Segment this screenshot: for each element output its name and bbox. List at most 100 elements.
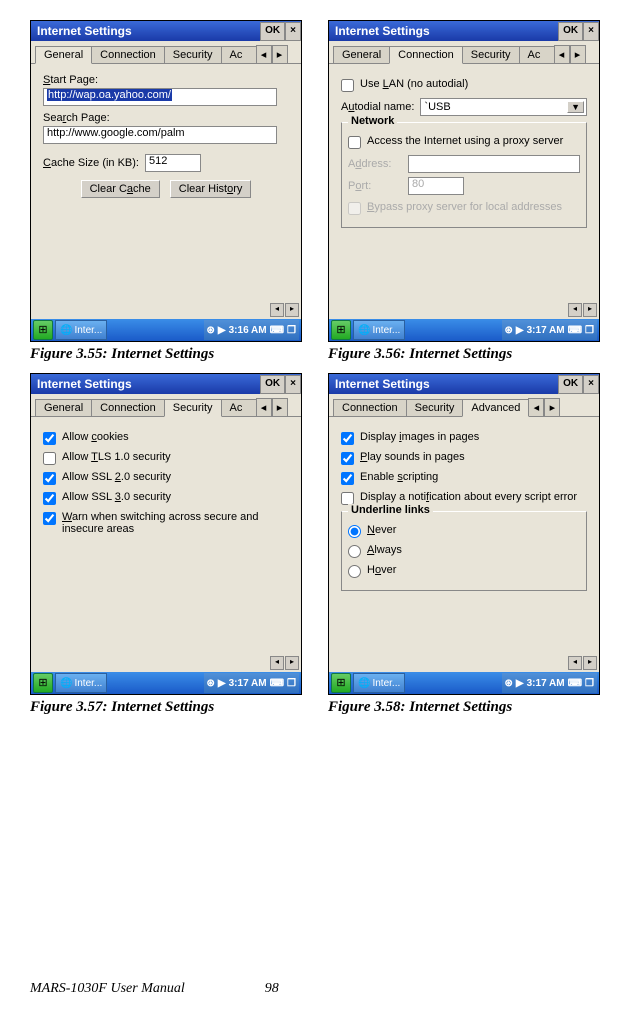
- tray-clock: 3:17 AM: [527, 325, 565, 336]
- tab-general[interactable]: General: [35, 399, 92, 416]
- clear-cache-button[interactable]: Clear Cache: [81, 180, 160, 198]
- scroll-left-icon[interactable]: ◂: [270, 656, 284, 670]
- tray-desktop-icon[interactable]: ❐: [585, 678, 594, 689]
- allow-ssl2-checkbox[interactable]: [43, 472, 56, 485]
- search-page-input[interactable]: http://www.google.com/palm: [43, 126, 277, 144]
- close-button[interactable]: ×: [285, 375, 301, 394]
- tab-advanced-frag[interactable]: Ac: [519, 46, 555, 63]
- display-images-checkbox[interactable]: [341, 432, 354, 445]
- dropdown-arrow-icon: ▼: [567, 101, 584, 113]
- tab-scroll-right[interactable]: ▸: [272, 45, 288, 63]
- tab-scroll-left[interactable]: ◂: [256, 45, 272, 63]
- start-page-input[interactable]: http://wap.oa.yahoo.com/: [43, 88, 277, 106]
- tab-scroll-right[interactable]: ▸: [272, 398, 288, 416]
- tab-security[interactable]: Security: [406, 399, 464, 416]
- tab-scroll-right[interactable]: ▸: [570, 45, 586, 63]
- tab-strip: General Connection Security Ac ◂ ▸: [31, 394, 301, 417]
- tab-advanced-frag[interactable]: Ac: [221, 46, 257, 63]
- task-button-internet[interactable]: 🌐Inter...: [55, 320, 107, 340]
- proxy-address-input[interactable]: [408, 155, 580, 173]
- underline-never-radio[interactable]: [348, 525, 361, 538]
- tab-connection[interactable]: Connection: [333, 399, 407, 416]
- scroll-right-icon[interactable]: ▸: [285, 303, 299, 317]
- scroll-left-icon[interactable]: ◂: [270, 303, 284, 317]
- underline-hover-label: Hover: [367, 564, 396, 576]
- use-proxy-checkbox[interactable]: [348, 136, 361, 149]
- tab-general[interactable]: General: [333, 46, 390, 63]
- search-page-label: Search Page:: [43, 112, 289, 124]
- tab-scroll-left[interactable]: ◂: [554, 45, 570, 63]
- close-button[interactable]: ×: [285, 22, 301, 41]
- tray-arrow-icon[interactable]: ▶: [516, 325, 524, 336]
- start-button[interactable]: ⊞: [331, 320, 351, 340]
- tab-scroll-left[interactable]: ◂: [528, 398, 544, 416]
- use-lan-checkbox[interactable]: [341, 79, 354, 92]
- tab-connection[interactable]: Connection: [389, 46, 463, 64]
- tray-network-icon[interactable]: ⊛: [207, 678, 215, 689]
- tray-network-icon[interactable]: ⊛: [207, 325, 215, 336]
- tray-network-icon[interactable]: ⊛: [505, 678, 513, 689]
- warn-secure-checkbox[interactable]: [43, 512, 56, 525]
- bypass-proxy-label: Bypass proxy server for local addresses: [367, 201, 562, 213]
- tab-general[interactable]: General: [35, 46, 92, 64]
- system-tray: ⊛ ▶ 3:17 AM ⌨ ❐: [502, 320, 597, 340]
- tab-strip: General Connection Security Ac ◂ ▸: [329, 41, 599, 64]
- ok-button[interactable]: OK: [260, 22, 285, 41]
- task-button-internet[interactable]: 🌐Inter...: [353, 673, 405, 693]
- tray-arrow-icon[interactable]: ▶: [516, 678, 524, 689]
- task-button-internet[interactable]: 🌐Inter...: [353, 320, 405, 340]
- tray-input-icon[interactable]: ⌨: [568, 325, 582, 336]
- tray-clock: 3:16 AM: [229, 325, 267, 336]
- task-button-internet[interactable]: 🌐Inter...: [55, 673, 107, 693]
- tray-desktop-icon[interactable]: ❐: [287, 325, 296, 336]
- scroll-left-icon[interactable]: ◂: [568, 656, 582, 670]
- tab-security[interactable]: Security: [164, 46, 222, 63]
- ok-button[interactable]: OK: [260, 375, 285, 394]
- tray-desktop-icon[interactable]: ❐: [585, 325, 594, 336]
- scroll-right-icon[interactable]: ▸: [583, 656, 597, 670]
- clear-history-button[interactable]: Clear History: [170, 180, 252, 198]
- tray-input-icon[interactable]: ⌨: [270, 325, 284, 336]
- window-title: Internet Settings: [37, 377, 132, 391]
- address-label: Address:: [348, 158, 402, 170]
- start-button[interactable]: ⊞: [33, 673, 53, 693]
- tab-connection[interactable]: Connection: [91, 399, 165, 416]
- tab-advanced-frag[interactable]: Ac: [221, 399, 257, 416]
- scroll-right-icon[interactable]: ▸: [583, 303, 597, 317]
- tab-security[interactable]: Security: [462, 46, 520, 63]
- allow-ssl3-checkbox[interactable]: [43, 492, 56, 505]
- ok-button[interactable]: OK: [558, 375, 583, 394]
- system-tray: ⊛ ▶ 3:17 AM ⌨ ❐: [502, 673, 597, 693]
- tray-desktop-icon[interactable]: ❐: [287, 678, 296, 689]
- tray-network-icon[interactable]: ⊛: [505, 325, 513, 336]
- proxy-port-input[interactable]: 80: [408, 177, 464, 195]
- figure-caption: Figure 3.56: Internet Settings: [328, 346, 602, 363]
- taskbar: ⊞ 🌐Inter... ⊛ ▶ 3:17 AM ⌨ ❐: [31, 672, 301, 694]
- allow-cookies-checkbox[interactable]: [43, 432, 56, 445]
- underline-hover-radio[interactable]: [348, 565, 361, 578]
- tab-advanced[interactable]: Advanced: [462, 399, 529, 417]
- scroll-right-icon[interactable]: ▸: [285, 656, 299, 670]
- start-button[interactable]: ⊞: [331, 673, 351, 693]
- tab-connection[interactable]: Connection: [91, 46, 165, 63]
- tab-scroll-right[interactable]: ▸: [544, 398, 560, 416]
- tab-security[interactable]: Security: [164, 399, 222, 417]
- close-button[interactable]: ×: [583, 375, 599, 394]
- tray-input-icon[interactable]: ⌨: [568, 678, 582, 689]
- underline-always-label: Always: [367, 544, 402, 556]
- ok-button[interactable]: OK: [558, 22, 583, 41]
- allow-tls-checkbox[interactable]: [43, 452, 56, 465]
- autodial-dropdown[interactable]: `USB ▼: [420, 98, 587, 116]
- tray-arrow-icon[interactable]: ▶: [218, 678, 226, 689]
- cache-size-input[interactable]: 512: [145, 154, 201, 172]
- start-button[interactable]: ⊞: [33, 320, 53, 340]
- tray-input-icon[interactable]: ⌨: [270, 678, 284, 689]
- enable-scripting-checkbox[interactable]: [341, 472, 354, 485]
- close-button[interactable]: ×: [583, 22, 599, 41]
- scroll-left-icon[interactable]: ◂: [568, 303, 582, 317]
- tab-scroll-left[interactable]: ◂: [256, 398, 272, 416]
- underline-always-radio[interactable]: [348, 545, 361, 558]
- play-sounds-checkbox[interactable]: [341, 452, 354, 465]
- window-title: Internet Settings: [335, 24, 430, 38]
- tray-arrow-icon[interactable]: ▶: [218, 325, 226, 336]
